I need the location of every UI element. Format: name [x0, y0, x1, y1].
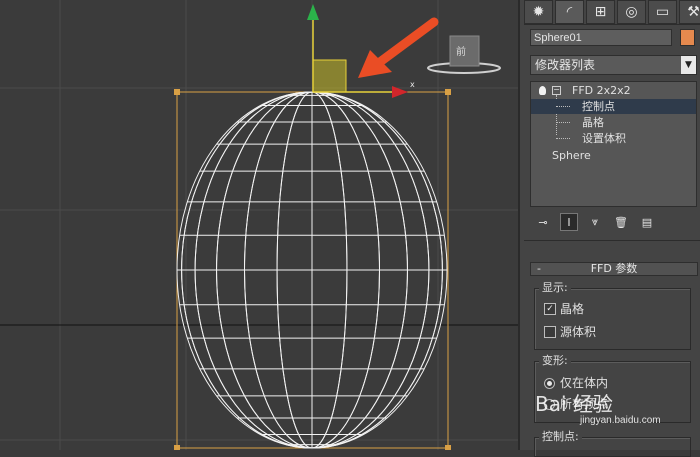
command-panel: ✹ ◜ ⊞ ◎ ▭ ⚒ Sphere01 修改器列表 ▼ − FFD 2x2x2…	[518, 0, 700, 457]
sphere-wireframe	[176, 91, 448, 449]
command-panel-tabs: ✹ ◜ ⊞ ◎ ▭ ⚒	[524, 0, 700, 24]
make-unique-icon[interactable]: ⩔	[586, 213, 604, 231]
lightbulb-icon[interactable]	[539, 86, 546, 95]
control-points-group-title: 控制点:	[539, 430, 582, 444]
xy-plane-handle	[312, 59, 347, 93]
stack-item-control-points[interactable]: 控制点	[531, 99, 696, 114]
object-name-field[interactable]: Sphere01	[530, 29, 672, 46]
x-axis-label: x	[410, 80, 415, 89]
stack-item-label: 控制点	[582, 100, 615, 113]
object-color-swatch[interactable]	[680, 29, 695, 46]
modify-icon[interactable]: ◜	[555, 0, 584, 24]
stack-item-label: 晶格	[582, 116, 604, 129]
display-icon[interactable]: ▭	[648, 0, 677, 24]
stack-item-lattice[interactable]: 晶格	[531, 115, 696, 130]
remove-modifier-icon[interactable]: 🗑	[612, 213, 630, 231]
annotation-arrow	[358, 17, 439, 78]
viewport-grid	[0, 0, 518, 450]
lattice-checkbox[interactable]: ✓	[544, 303, 556, 315]
source-volume-checkbox[interactable]	[544, 326, 556, 338]
display-group: 显示:	[534, 281, 691, 350]
hierarchy-icon[interactable]: ⊞	[586, 0, 615, 24]
stack-divider	[524, 240, 700, 241]
show-end-result-icon[interactable]: Ι	[560, 213, 578, 231]
stack-item-set-volume[interactable]: 设置体积	[531, 131, 696, 146]
viewport[interactable]: x 前	[0, 0, 518, 450]
configure-modifier-sets-icon[interactable]: ▤	[638, 213, 656, 231]
modifier-stack[interactable]: − FFD 2x2x2 控制点 晶格 设置体积 Sphere	[530, 81, 697, 207]
create-icon[interactable]: ✹	[524, 0, 553, 24]
viewport-canvas[interactable]	[0, 0, 518, 450]
control-points-group: 控制点:	[534, 430, 691, 457]
ffd-params-rollout-header[interactable]: - FFD 参数	[530, 262, 698, 276]
utilities-icon[interactable]: ⚒	[679, 0, 700, 24]
stack-toolbar: ⊸ Ι ⩔ 🗑 ▤	[530, 211, 697, 233]
y-axis-arrow	[307, 4, 319, 20]
source-volume-label: 源体积	[560, 325, 597, 339]
deform-group-title: 变形:	[539, 354, 571, 368]
collapse-icon[interactable]: −	[552, 86, 561, 95]
stack-item-label: FFD 2x2x2	[572, 84, 631, 97]
stack-item-sphere[interactable]: Sphere	[531, 148, 696, 163]
stack-item-label: Sphere	[552, 149, 591, 162]
baidu-watermark-url: jingyan.baidu.com	[580, 415, 661, 426]
stack-item-label: 设置体积	[582, 132, 626, 145]
baidu-watermark: Bai 经验	[535, 392, 613, 416]
pin-stack-icon[interactable]: ⊸	[534, 213, 552, 231]
viewcube-face-label[interactable]: 前	[456, 43, 466, 58]
rollout-title: FFD 参数	[590, 262, 638, 275]
display-group-title: 显示:	[539, 281, 571, 295]
modifier-list-label: 修改器列表	[535, 58, 596, 72]
modifier-list-dropdown[interactable]: 修改器列表 ▼	[530, 55, 697, 75]
chevron-down-icon[interactable]: ▼	[681, 56, 696, 74]
motion-icon[interactable]: ◎	[617, 0, 646, 24]
tab-divider	[524, 24, 700, 25]
lattice-label: 晶格	[560, 302, 585, 316]
